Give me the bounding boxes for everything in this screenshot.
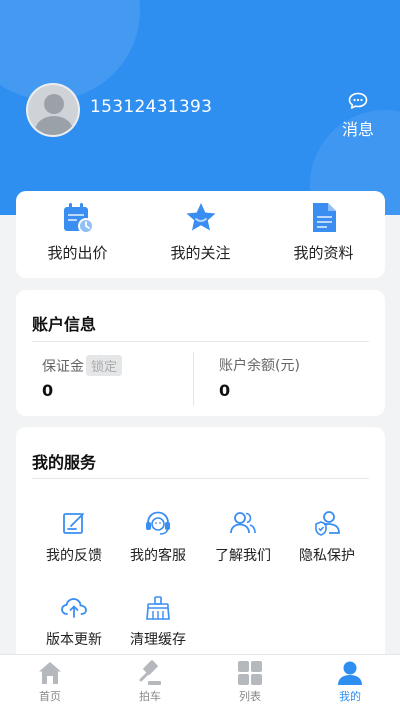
tab-home[interactable]: 首页 xyxy=(0,655,100,711)
star-icon xyxy=(186,203,216,231)
about-us-button[interactable]: 了解我们 xyxy=(201,509,285,565)
broom-icon xyxy=(146,596,170,620)
customer-service-button[interactable]: 我的客服 xyxy=(116,509,200,565)
my-bids-label: 我的出价 xyxy=(47,244,108,262)
message-label: 消息 xyxy=(341,120,374,139)
deposit-label-row: 保证金 锁定 xyxy=(42,355,123,376)
my-follows-label: 我的关注 xyxy=(170,244,231,262)
version-update-button[interactable]: 版本更新 xyxy=(32,595,116,649)
feedback-edit-icon xyxy=(63,513,84,534)
account-info-card: 账户信息 保证金 锁定 0 账户余额(元) 0 xyxy=(16,290,385,416)
feedback-button[interactable]: 我的反馈 xyxy=(32,509,116,565)
about-us-label: 了解我们 xyxy=(215,548,271,564)
headset-icon xyxy=(146,511,170,535)
avatar-body xyxy=(35,116,73,135)
grid-icon xyxy=(238,661,262,685)
clear-cache-button[interactable]: 清理缓存 xyxy=(116,595,200,649)
bottom-tab-bar: 首页 拍车 列表 我的 xyxy=(0,654,400,711)
divider xyxy=(32,341,369,342)
locked-badge: 锁定 xyxy=(86,355,123,376)
vertical-divider xyxy=(193,352,194,406)
user-shield-icon xyxy=(315,511,340,536)
people-icon xyxy=(230,512,256,534)
tab-home-label: 首页 xyxy=(39,690,61,703)
header-decoration xyxy=(0,0,140,100)
tab-auction-label: 拍车 xyxy=(139,690,161,703)
tab-mine[interactable]: 我的 xyxy=(300,655,400,711)
balance-value: 0 xyxy=(219,381,231,400)
document-icon xyxy=(313,203,336,232)
clear-cache-label: 清理缓存 xyxy=(130,632,186,648)
services-title: 我的服务 xyxy=(32,453,97,472)
home-icon xyxy=(39,662,61,684)
my-profile-docs-button[interactable]: 我的资料 xyxy=(262,191,385,278)
privacy-label: 隐私保护 xyxy=(299,548,355,564)
services-card: 我的服务 我的反馈 我的客服 了解我们 隐私保护 版本更新 清理缓存 xyxy=(16,427,385,667)
avatar-head xyxy=(44,94,64,114)
deposit-value: 0 xyxy=(42,381,54,400)
version-update-label: 版本更新 xyxy=(46,632,102,648)
privacy-button[interactable]: 隐私保护 xyxy=(285,509,369,565)
person-icon xyxy=(338,661,362,685)
account-info-title: 账户信息 xyxy=(32,315,97,334)
tab-mine-label: 我的 xyxy=(339,690,361,703)
my-profile-docs-label: 我的资料 xyxy=(293,244,354,262)
quick-actions-card: 我的出价 我的关注 我的资料 xyxy=(16,191,385,278)
deposit-label: 保证金 xyxy=(42,359,84,375)
tab-list[interactable]: 列表 xyxy=(200,655,300,711)
message-button[interactable]: 消息 xyxy=(336,92,380,140)
divider xyxy=(32,478,369,479)
tab-list-label: 列表 xyxy=(239,690,261,703)
tab-auction[interactable]: 拍车 xyxy=(100,655,200,711)
my-bids-button[interactable]: 我的出价 xyxy=(16,191,139,278)
my-follows-button[interactable]: 我的关注 xyxy=(139,191,262,278)
feedback-label: 我的反馈 xyxy=(46,548,102,564)
cloud-upload-icon xyxy=(61,598,87,618)
customer-service-label: 我的客服 xyxy=(130,548,186,564)
calendar-bid-icon xyxy=(64,203,94,234)
user-phone: 15312431393 xyxy=(90,97,213,117)
chat-bubble-icon xyxy=(348,92,368,109)
avatar[interactable] xyxy=(26,83,80,137)
balance-label: 账户余额(元) xyxy=(219,358,300,374)
gavel-icon xyxy=(139,660,161,685)
